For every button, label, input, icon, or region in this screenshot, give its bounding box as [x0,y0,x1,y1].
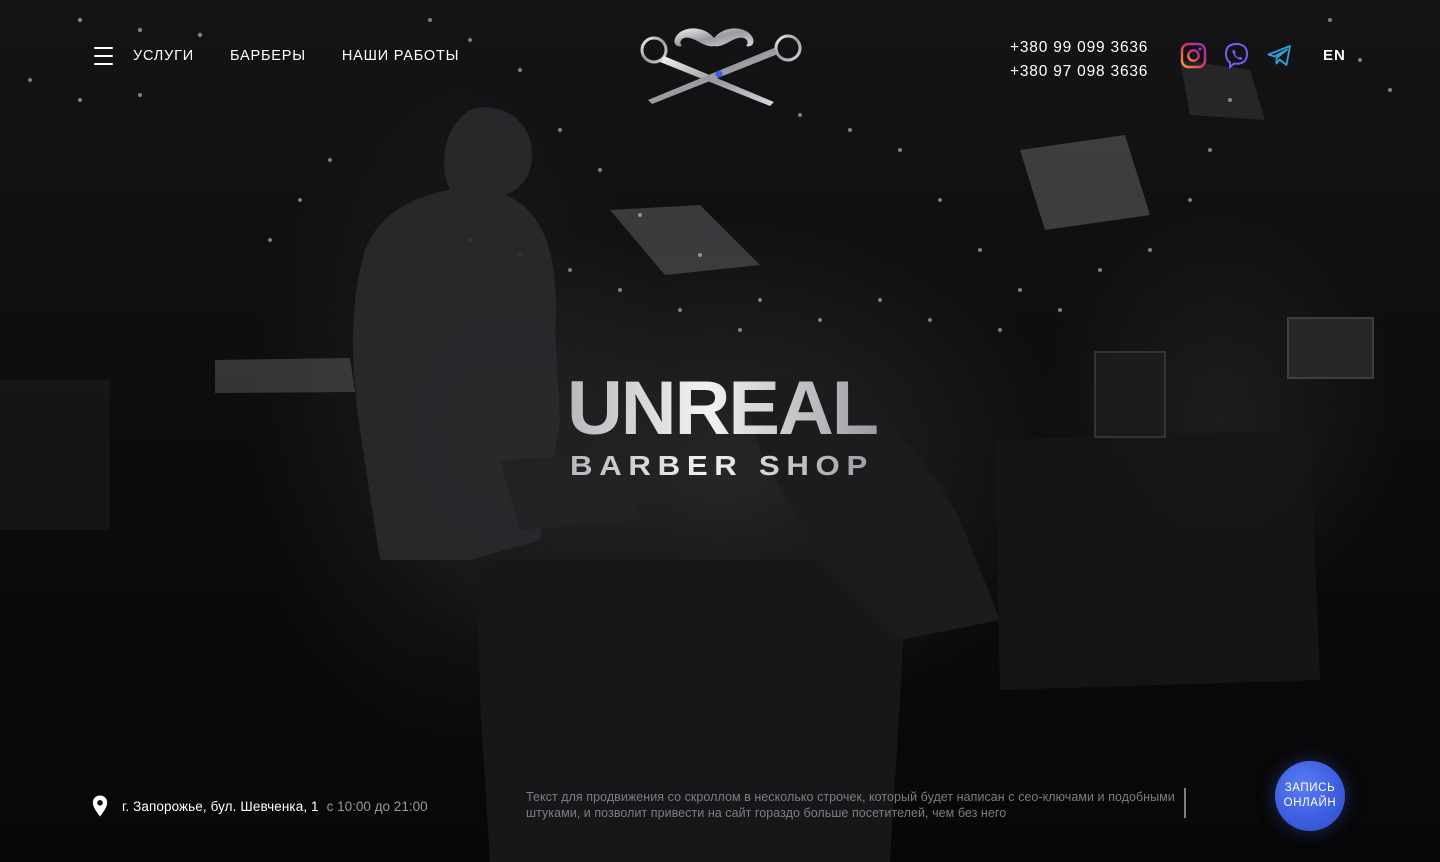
phone-numbers: +380 99 099 3636 +380 97 098 3636 [1010,36,1148,84]
mustache-scissors-logo[interactable] [624,24,804,108]
menu-button[interactable] [94,47,113,65]
book-label-line2: ОНЛАЙН [1283,797,1337,809]
book-online-button[interactable]: ЗАПИСЬ ОНЛАЙН [1275,761,1345,831]
telegram-icon[interactable] [1266,42,1293,69]
phone-link-1[interactable]: +380 99 099 3636 [1010,36,1148,60]
viber-icon[interactable] [1223,42,1250,69]
address-block: г. Запорожье, бул. Шевченка, 1 с 10:00 д… [92,795,428,817]
language-switch[interactable]: EN [1323,47,1346,64]
brand-logo: UNREAL BARBER SHOP [567,366,880,481]
nav-item-works[interactable]: НАШИ РАБОТЫ [342,47,459,65]
book-label-line1: ЗАПИСЬ [1284,782,1336,794]
social-links [1180,42,1293,69]
hamburger-line [94,55,113,57]
location-pin-icon [92,795,108,817]
brand-subtitle: BARBER SHOP [570,450,874,481]
seo-scrollbar[interactable] [1184,788,1186,818]
hamburger-icon [94,47,113,49]
nav-item-services[interactable]: УСЛУГИ [133,47,194,65]
instagram-icon[interactable] [1180,42,1207,69]
nav-item-barbers[interactable]: БАРБЕРЫ [230,47,306,65]
brand-name: UNREAL [567,366,878,451]
seo-text: Текст для продвижения со скроллом в неск… [526,790,1175,820]
main-nav: УСЛУГИ БАРБЕРЫ НАШИ РАБОТЫ [133,47,459,65]
address-text: г. Запорожье, бул. Шевченка, 1 [122,798,319,814]
hamburger-line [94,63,113,65]
phone-link-2[interactable]: +380 97 098 3636 [1010,60,1148,84]
working-hours: с 10:00 до 21:00 [326,798,428,814]
